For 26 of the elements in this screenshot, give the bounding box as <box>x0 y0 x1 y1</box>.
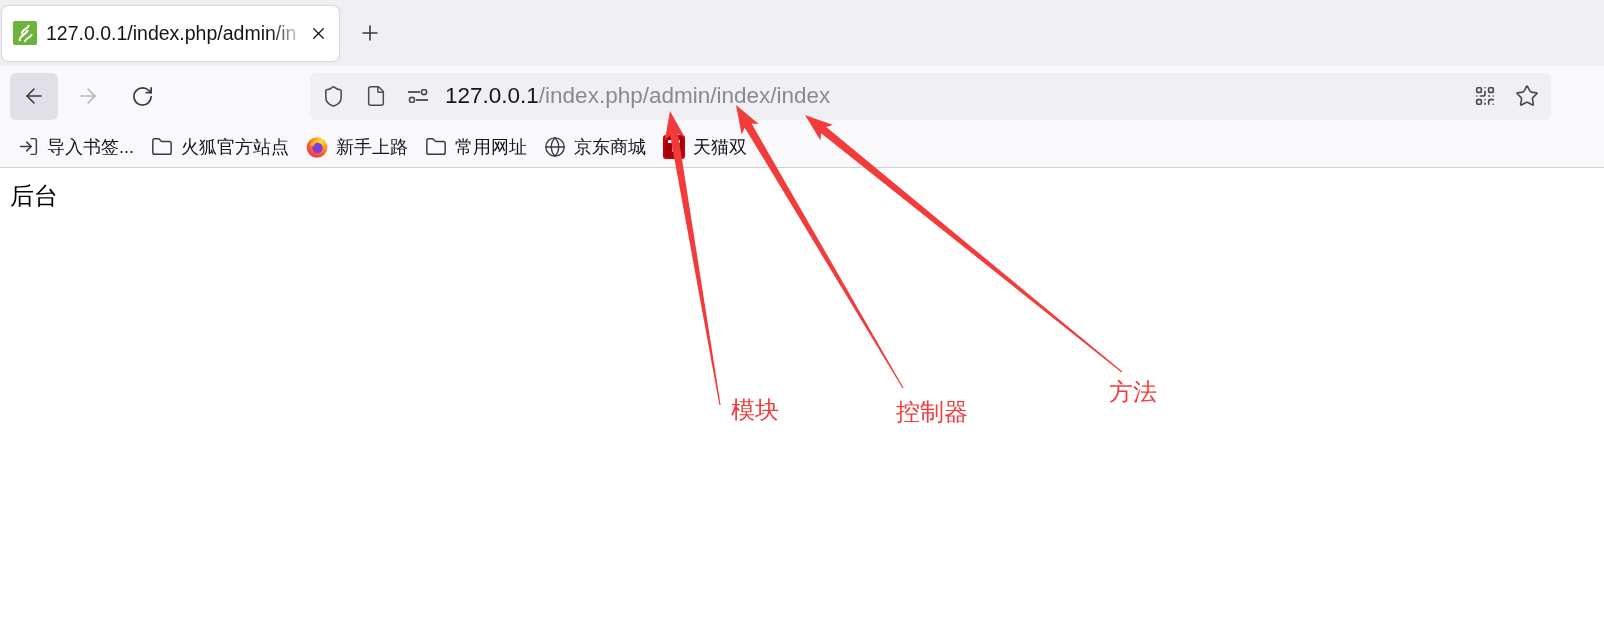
qr-code-icon[interactable] <box>1474 85 1496 107</box>
round-logo-icon <box>306 135 328 158</box>
page-text: 后台 <box>10 182 58 210</box>
bookmark-item[interactable]: 新手上路 <box>300 130 414 163</box>
shield-icon[interactable] <box>322 84 345 108</box>
reload-icon <box>130 84 154 108</box>
sliders-icon[interactable] <box>407 89 429 103</box>
annotation-label: 方法 <box>1109 380 1157 404</box>
bookmark-item[interactable]: 导入书签... <box>12 130 140 163</box>
bookmark-item[interactable]: 火狐官方站点 <box>145 130 295 163</box>
bookmark-star-icon[interactable] <box>1515 84 1539 108</box>
annotation-label: 模块 <box>731 398 779 422</box>
globe-icon <box>544 135 566 158</box>
address-bar[interactable]: 127.0.0.1/index.php/admin/index/index <box>310 72 1551 120</box>
folder-icon <box>425 135 447 158</box>
annotation-label: 控制器 <box>896 400 968 424</box>
folder-icon <box>151 135 173 158</box>
url-text[interactable]: 127.0.0.1/index.php/admin/index/index <box>445 83 831 109</box>
bookmark-item[interactable]: 京东商城 <box>538 130 652 163</box>
browser-tab[interactable]: 127.0.0.1/index.php/admin/in <box>2 5 340 61</box>
import-icon <box>18 136 39 157</box>
site-logo-icon <box>13 21 37 45</box>
tab-title: 127.0.0.1/index.php/admin/in <box>46 21 297 45</box>
page-icon[interactable] <box>365 85 387 107</box>
back-button[interactable] <box>10 72 58 120</box>
bookmark-item[interactable]: 常用网址 <box>419 130 533 163</box>
